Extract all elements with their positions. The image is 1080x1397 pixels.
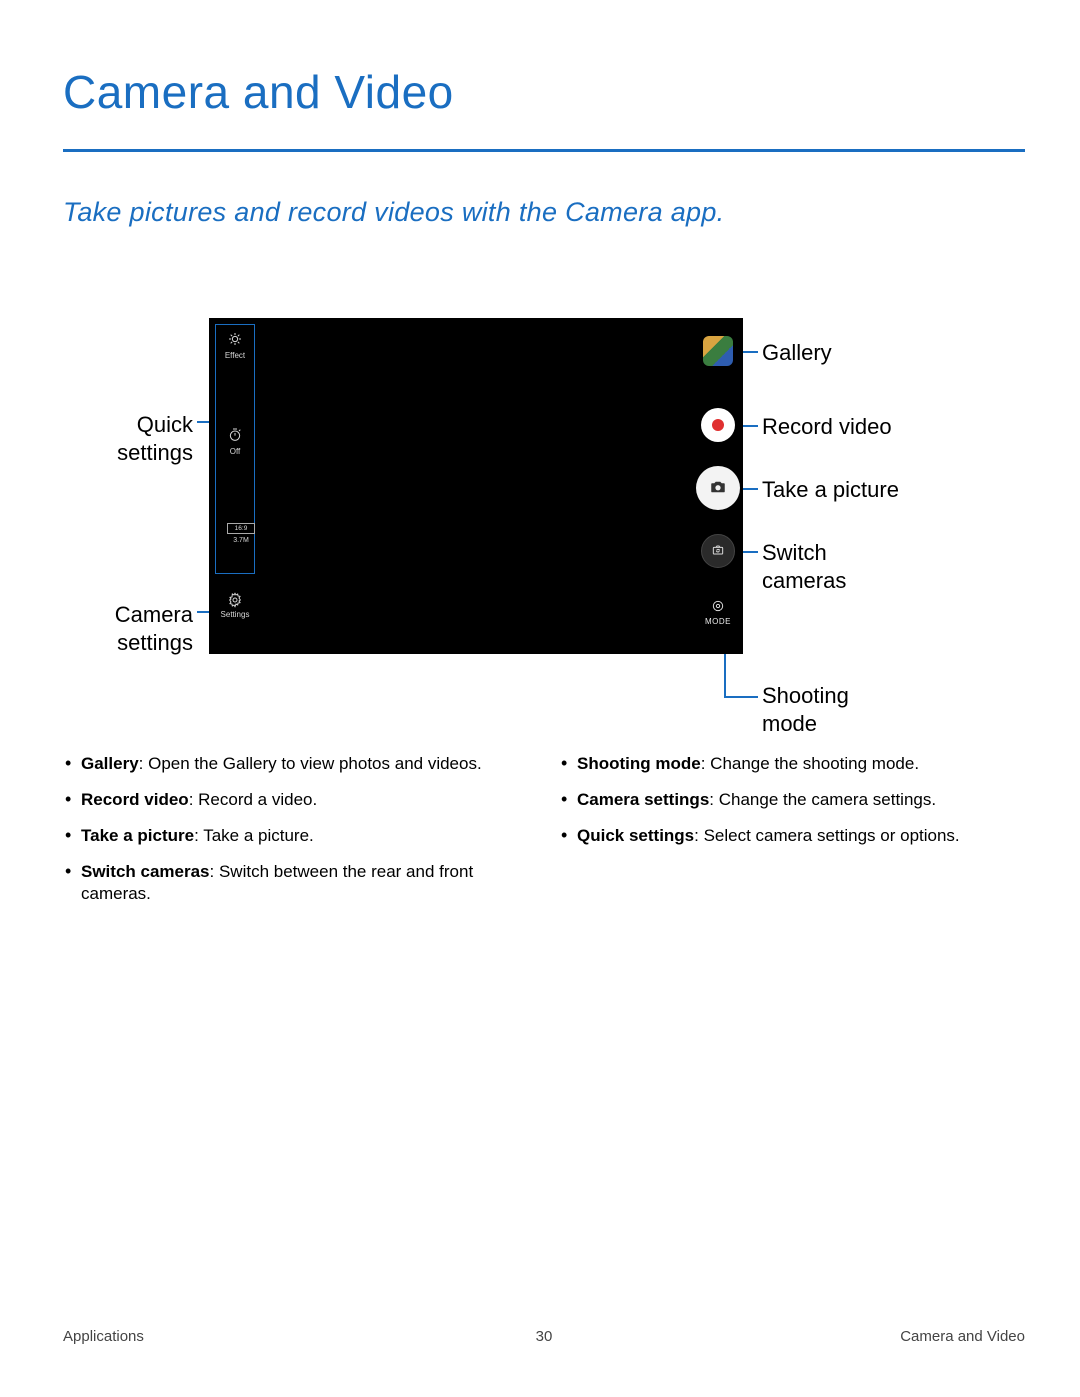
timer-label: Off <box>230 447 241 456</box>
bullets-right-column: Shooting mode: Change the shooting mode.… <box>559 753 1025 919</box>
callout-quick-settings: Quicksettings <box>63 411 193 466</box>
effect-label: Effect <box>225 351 245 360</box>
leader-record <box>743 425 758 427</box>
switch-camera-icon <box>710 542 726 561</box>
gear-icon <box>215 592 255 608</box>
mode-label-text: MODE <box>705 617 731 626</box>
page-subtitle: Take pictures and record videos with the… <box>63 197 1025 228</box>
record-video-button[interactable] <box>701 408 735 442</box>
leader-shooting-mode-h <box>724 696 758 698</box>
callout-record-video: Record video <box>762 413 892 441</box>
settings-label: Settings <box>221 610 250 619</box>
callout-take-picture: Take a picture <box>762 476 899 504</box>
ratio-value: 16:9 <box>227 523 255 534</box>
mode-button[interactable]: MODE <box>699 598 737 626</box>
resolution-value: 3.7M <box>227 537 255 544</box>
bullet-gallery: Gallery: Open the Gallery to view photos… <box>63 753 529 775</box>
callout-camera-settings: Camerasettings <box>63 601 193 656</box>
description-bullets: Gallery: Open the Gallery to view photos… <box>63 753 1025 919</box>
callout-switch-cameras: Switchcameras <box>762 539 846 594</box>
timer-setting[interactable]: Off <box>216 427 254 456</box>
camera-settings-button[interactable]: Settings <box>215 592 255 619</box>
gallery-button[interactable] <box>703 336 733 366</box>
effect-icon <box>216 331 254 349</box>
camera-icon <box>709 478 727 499</box>
page-footer: Applications 30 Camera and Video <box>63 1328 1025 1345</box>
callout-shooting-mode: Shootingmode <box>762 682 849 737</box>
timer-icon <box>216 427 254 445</box>
bullet-record-video: Record video: Record a video. <box>63 789 529 811</box>
resolution-setting[interactable]: 16:9 3.7M <box>227 523 255 544</box>
bullet-switch-cameras: Switch cameras: Switch between the rear … <box>63 861 529 905</box>
leader-take-picture <box>743 488 758 490</box>
leader-shooting-mode-v <box>724 654 726 696</box>
take-picture-button[interactable] <box>696 466 740 510</box>
leader-switch <box>743 551 758 553</box>
quick-settings-box[interactable]: Effect Off 16:9 3.7M <box>215 324 255 574</box>
bullet-camera-settings: Camera settings: Change the camera setti… <box>559 789 1025 811</box>
record-dot-icon <box>712 419 724 431</box>
bullet-quick-settings: Quick settings: Select camera settings o… <box>559 825 1025 847</box>
bullet-take-picture: Take a picture: Take a picture. <box>63 825 529 847</box>
effect-setting[interactable]: Effect <box>216 331 254 360</box>
page-title: Camera and Video <box>63 65 1025 119</box>
callout-gallery: Gallery <box>762 339 832 367</box>
title-rule <box>63 149 1025 152</box>
page: Camera and Video Take pictures and recor… <box>0 0 1080 1397</box>
camera-ui: Effect Off 16:9 3.7M <box>209 318 743 654</box>
mode-icon <box>699 598 737 614</box>
bullets-left-column: Gallery: Open the Gallery to view photos… <box>63 753 529 919</box>
footer-page-number: 30 <box>63 1328 1025 1345</box>
bullet-shooting-mode: Shooting mode: Change the shooting mode. <box>559 753 1025 775</box>
leader-gallery <box>743 351 758 353</box>
camera-diagram: Quicksettings Camerasettings <box>63 318 1025 753</box>
switch-camera-button[interactable] <box>701 534 735 568</box>
